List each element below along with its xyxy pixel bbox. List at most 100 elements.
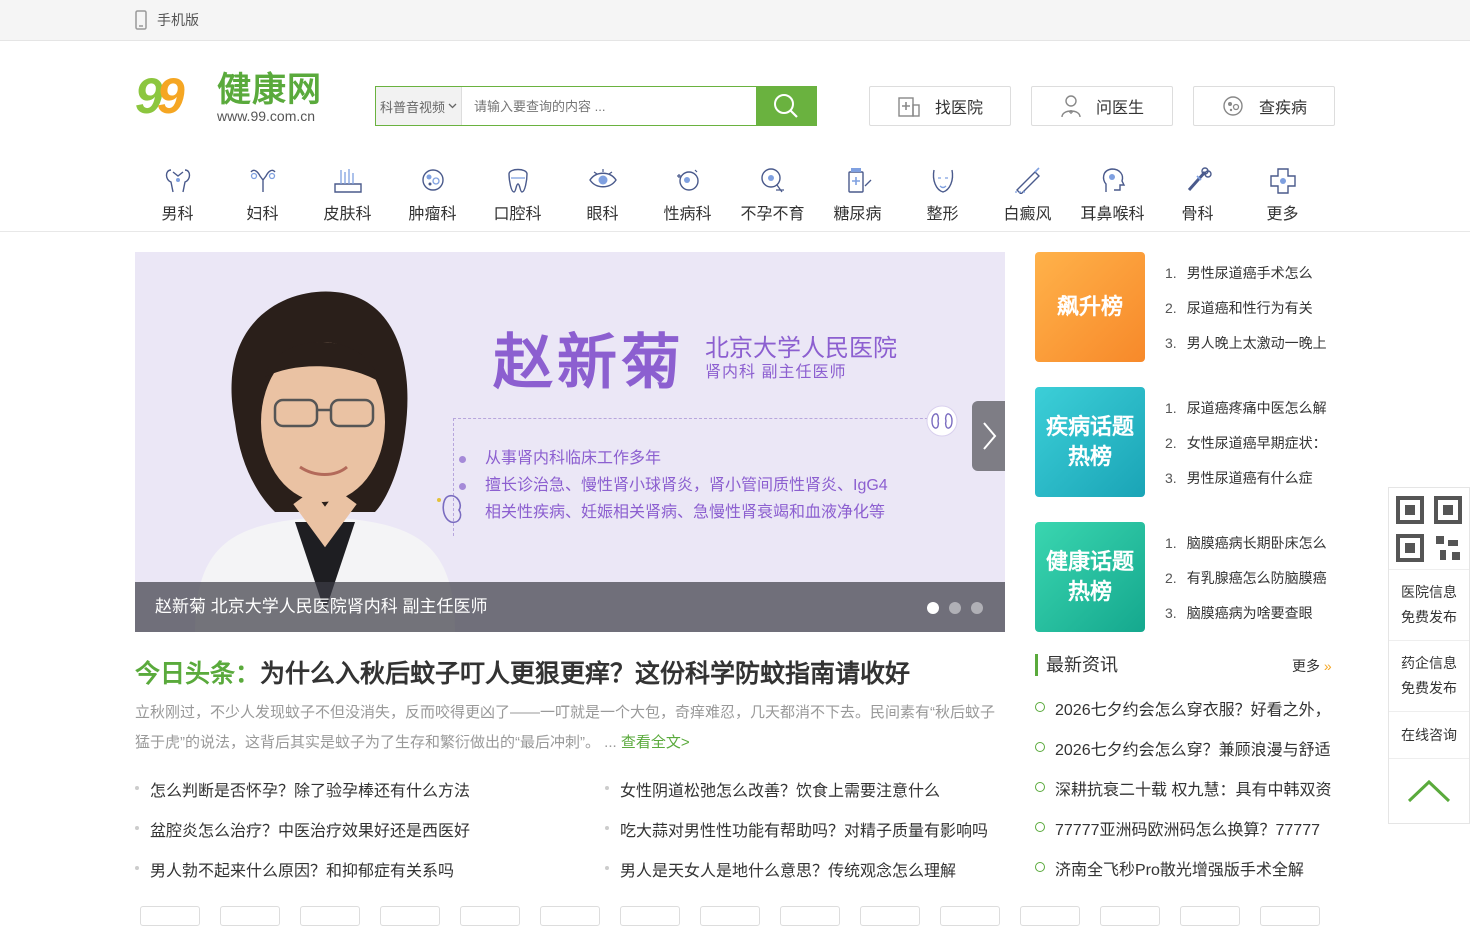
headline-summary: 立秋刚过，不少人发现蚊子不但没消失，反而咬得更凶了——一叮就是一个大包，奇痒难忍…: [135, 698, 1007, 758]
news-link[interactable]: 男人勃不起来什么原因？和抑郁症有关系吗: [134, 857, 454, 881]
headline-summary-text: 立秋刚过，不少人发现蚊子不但没消失，反而咬得更凶了——一叮就是一个大包，奇痒难忍…: [135, 704, 996, 751]
category-tile[interactable]: [380, 906, 440, 926]
category-tile[interactable]: [1020, 906, 1080, 926]
rank-card-label: 健康话题: [1045, 549, 1134, 574]
carousel-dot[interactable]: [971, 602, 983, 614]
find-hospital-button[interactable]: 找医院: [869, 86, 1011, 126]
sidebar-label: 免费发布: [1401, 609, 1457, 625]
rank-item-text: 尿道癌和性行为有关: [1186, 300, 1313, 316]
dept-more[interactable]: 更多: [1240, 162, 1325, 224]
category-tile[interactable]: [700, 906, 760, 926]
banner-bullet-continued: 相关性疾病、妊娠相关肾病、急慢性肾衰竭和血液净化等: [485, 499, 885, 526]
category-tile[interactable]: [300, 906, 360, 926]
eye-icon: [588, 169, 617, 188]
category-tile[interactable]: [1100, 906, 1160, 926]
latest-news-item[interactable]: 深耕抗衰二十载 权九慧：具有中韩双资: [1035, 776, 1335, 800]
carousel-next-button[interactable]: [972, 401, 1005, 471]
sidebar-label: 医院信息: [1401, 584, 1457, 600]
disease-topic-ranking-card[interactable]: 疾病话题 热榜: [1035, 387, 1145, 497]
qr-code-icon: [1396, 495, 1462, 562]
hospital-info-publish[interactable]: 医院信息 免费发布: [1389, 570, 1469, 641]
sidebar-label: 免费发布: [1401, 680, 1457, 696]
doctor-banner-carousel[interactable]: 赵新菊 北京大学人民医院 肾内科 副主任医师 从事肾内科临床工作多年 擅长诊治急…: [135, 252, 1005, 632]
banner-bullet: 擅长诊治急、慢性肾小球肾炎，肾小管间质性肾炎、IgG4: [459, 472, 888, 499]
category-tile[interactable]: [1260, 906, 1320, 926]
read-more-link[interactable]: 查看全文>: [621, 734, 690, 751]
category-tile[interactable]: [140, 906, 200, 926]
news-link[interactable]: 男人是天女人是地什么意思？传统观念怎么理解: [604, 857, 956, 881]
dept-ophthalmology[interactable]: 眼科: [560, 162, 645, 224]
sidebar-label: 在线咨询: [1401, 726, 1457, 743]
latest-news-item[interactable]: 2026七夕约会怎么穿？兼顾浪漫与舒适: [1035, 736, 1335, 760]
rank-item[interactable]: 3. 男性尿道癌有什么症: [1165, 468, 1313, 488]
dept-gynecology[interactable]: 妇科: [220, 162, 305, 224]
kidney-icon: [926, 405, 958, 437]
back-to-top-icon: [1407, 779, 1451, 803]
dept-oncology[interactable]: 肿瘤科: [390, 162, 475, 224]
carousel-dot[interactable]: [949, 602, 961, 614]
ent-icon: [1102, 168, 1125, 192]
rank-item[interactable]: 1. 男性尿道癌手术怎么: [1165, 263, 1313, 283]
rank-item[interactable]: 2. 女性尿道癌早期症状：: [1165, 433, 1327, 453]
search-button[interactable]: [756, 87, 816, 125]
rank-item[interactable]: 3. 脑膜癌病为啥要查眼: [1165, 603, 1313, 623]
latest-news-item[interactable]: 济南全飞秒Pro散光增强版手术全解: [1035, 856, 1335, 880]
news-link[interactable]: 吃大蒜对男性性功能有帮助吗？对精子质量有影响吗: [604, 817, 988, 841]
rank-item[interactable]: 1. 尿道癌疼痛中医怎么解: [1165, 398, 1327, 418]
search-category-select[interactable]: 科普音视频: [376, 87, 462, 125]
category-tile[interactable]: [460, 906, 520, 926]
hospital-icon: [898, 97, 920, 117]
news-link[interactable]: 怎么判断是否怀孕？除了验孕棒还有什么方法: [134, 777, 470, 801]
dept-std[interactable]: 性病科: [645, 162, 730, 224]
pharma-info-publish[interactable]: 药企信息 免费发布: [1389, 641, 1469, 712]
dept-ent[interactable]: 耳鼻喉科: [1070, 162, 1155, 224]
category-tile[interactable]: [220, 906, 280, 926]
search-bar: 科普音视频: [375, 86, 817, 126]
category-tile[interactable]: [620, 906, 680, 926]
category-tile[interactable]: [940, 906, 1000, 926]
back-to-top-button[interactable]: [1389, 759, 1469, 823]
banner-bullet-text: 相关性疾病、妊娠相关肾病、急慢性肾衰竭和血液净化等: [485, 504, 886, 521]
site-logo[interactable]: 99 健康网 www.99.com.cn: [135, 70, 335, 130]
news-link[interactable]: 盆腔炎怎么治疗？中医治疗效果好还是西医好: [134, 817, 470, 841]
tooth-icon: [507, 168, 528, 193]
dept-infertility[interactable]: 不孕不育: [730, 162, 815, 224]
dept-label: 皮肤科: [323, 206, 372, 223]
dept-vitiligo[interactable]: 白癜风: [985, 162, 1070, 224]
latest-more-link[interactable]: 更多 »: [1292, 656, 1332, 676]
dept-label: 更多: [1266, 206, 1299, 223]
category-tile[interactable]: [860, 906, 920, 926]
dept-andrology[interactable]: 男科: [135, 162, 220, 224]
headline-tag: 今日头条：: [135, 660, 261, 688]
mobile-version-link[interactable]: 手机版: [135, 10, 199, 30]
carousel-dot[interactable]: [927, 602, 939, 614]
dept-dermatology[interactable]: 皮肤科: [305, 162, 390, 224]
search-icon: [774, 94, 798, 118]
dept-orthopedics[interactable]: 骨科: [1155, 162, 1240, 224]
rising-ranking-card[interactable]: 飙升榜: [1035, 252, 1145, 362]
rank-item[interactable]: 1. 脑膜癌病长期卧床怎么: [1165, 533, 1327, 553]
dept-diabetes[interactable]: 糖尿病: [815, 162, 900, 224]
check-disease-button[interactable]: 查疾病: [1193, 86, 1335, 126]
rank-item-text: 脑膜癌病长期卧床怎么: [1186, 535, 1327, 551]
search-input[interactable]: [462, 87, 756, 125]
category-tile[interactable]: [540, 906, 600, 926]
latest-news-item[interactable]: 2026七夕约会怎么穿衣服？好看之外，: [1035, 696, 1335, 720]
disease-icon: [1223, 96, 1243, 116]
double-chevron-icon: »: [1320, 658, 1332, 674]
top-headline[interactable]: 今日头条：为什么入秋后蚊子叮人更狠更痒？这份科学防蚊指南请收好: [135, 654, 910, 690]
ask-doctor-label: 问医生: [1095, 100, 1144, 117]
dept-stomatology[interactable]: 口腔科: [475, 162, 560, 224]
category-tile[interactable]: [1180, 906, 1240, 926]
dept-label: 肿瘤科: [408, 206, 457, 223]
ask-doctor-button[interactable]: 问医生: [1031, 86, 1173, 126]
news-link[interactable]: 女性阴道松弛怎么改善？饮食上需要注意什么: [604, 777, 940, 801]
dept-plastic-surgery[interactable]: 整形: [900, 162, 985, 224]
rank-item[interactable]: 3. 男人晚上太激动一晚上: [1165, 333, 1327, 353]
category-tile[interactable]: [780, 906, 840, 926]
latest-news-item[interactable]: 77777亚洲码欧洲码怎么换算？77777: [1035, 816, 1335, 840]
rank-item[interactable]: 2. 有乳腺癌怎么防脑膜癌: [1165, 568, 1327, 588]
online-consult[interactable]: 在线咨询: [1389, 712, 1469, 759]
health-topic-ranking-card[interactable]: 健康话题 热榜: [1035, 522, 1145, 632]
rank-item[interactable]: 2. 尿道癌和性行为有关: [1165, 298, 1313, 318]
